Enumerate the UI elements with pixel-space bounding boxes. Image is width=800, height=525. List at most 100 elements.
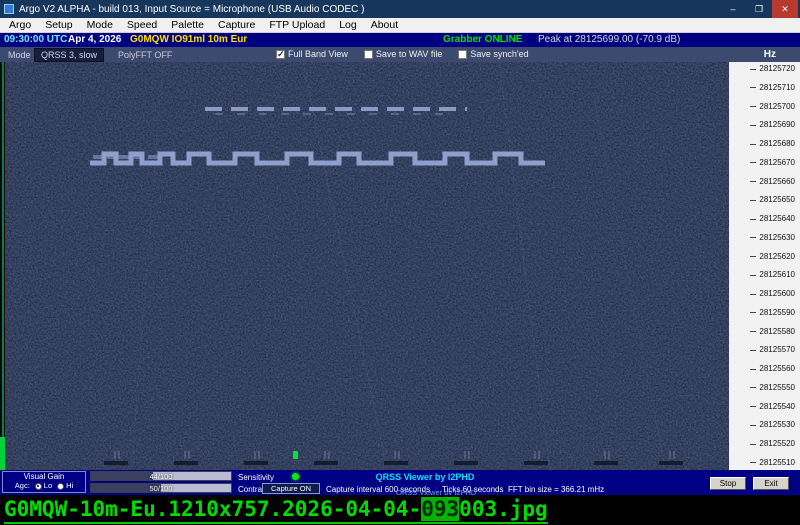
checkbox-save-synch-ed[interactable]: Save synch'ed — [458, 49, 528, 59]
app-icon — [4, 4, 14, 14]
menu-bar: ArgoSetupModeSpeedPaletteCaptureFTP Uplo… — [0, 18, 800, 33]
frequency-label: 28125590 — [729, 309, 795, 317]
checkbox-group: Full Band View Save to WAV file Save synch… — [276, 49, 529, 59]
exit-button[interactable]: Exit — [753, 477, 789, 490]
checkbox-label: Full Band View — [288, 49, 348, 59]
agc-label: Agc: — [15, 481, 30, 491]
menu-item-log[interactable]: Log — [332, 18, 364, 33]
polyfft-toggle[interactable]: PolyFFT OFF — [118, 50, 172, 60]
frequency-label: 28125610 — [729, 271, 795, 279]
frequency-label: 28125680 — [729, 140, 795, 148]
waterfall-display[interactable] — [5, 62, 729, 470]
hz-unit-label: Hz — [764, 49, 776, 60]
maximize-button[interactable]: ❐ — [746, 0, 772, 18]
capture-toggle-button[interactable]: Capture ON — [262, 483, 320, 494]
bottom-panel: Visual Gain Agc: LoHi 44/100 50/100 Sens… — [0, 470, 800, 495]
timeline-label-smudges — [104, 461, 683, 465]
frequency-label: 28125580 — [729, 328, 795, 336]
tick-mark — [750, 331, 756, 332]
tick-mark — [750, 87, 756, 88]
menu-item-palette[interactable]: Palette — [164, 18, 211, 33]
filename-highlight: 093 — [421, 497, 459, 521]
frequency-label: 28125520 — [729, 440, 795, 448]
tick-mark — [750, 144, 756, 145]
menu-item-ftp-upload[interactable]: FTP Upload — [262, 18, 332, 33]
sensitivity-slider[interactable]: 44/100 — [90, 471, 232, 481]
frequency-label: 28125540 — [729, 403, 795, 411]
menu-item-capture[interactable]: Capture — [211, 18, 262, 33]
radio-circle-icon[interactable] — [35, 483, 42, 490]
tick-mark — [750, 106, 756, 107]
waterfall-noise — [5, 62, 729, 470]
menu-item-mode[interactable]: Mode — [80, 18, 120, 33]
viewer-title: QRSS Viewer by I2PHD — [330, 472, 520, 482]
checkbox-full-band-view[interactable]: Full Band View — [276, 49, 348, 59]
control-bar: Mode QRSS 3, slow PolyFFT OFF Full Band … — [0, 47, 800, 62]
frequency-label: 28125550 — [729, 384, 795, 392]
checkbox-save-to-wav-file[interactable]: Save to WAV file — [364, 49, 443, 59]
main-area: 2812572028125710281257002812569028125680… — [0, 62, 800, 470]
menu-item-speed[interactable]: Speed — [120, 18, 164, 33]
menu-item-setup[interactable]: Setup — [38, 18, 79, 33]
frequency-label: 28125600 — [729, 290, 795, 298]
argo-window: Argo V2 ALPHA - build 013, Input Source … — [0, 0, 800, 525]
agc-radio-lo[interactable]: Lo — [35, 481, 52, 491]
info-bar: 09:30:00 UTC Apr 4, 2026 G0MQW IO91ml 10… — [0, 33, 800, 47]
frequency-label: 28125670 — [729, 159, 795, 167]
date-label: Apr 4, 2026 — [68, 34, 121, 45]
checkbox-box-icon[interactable] — [364, 50, 373, 59]
station-id: G0MQW IO91ml 10m Eur — [130, 34, 247, 45]
minimize-button[interactable]: – — [720, 0, 746, 18]
frequency-scale: 2812572028125710281257002812569028125680… — [729, 62, 800, 470]
frequency-label: 28125570 — [729, 346, 795, 354]
agc-radio-hi[interactable]: Hi — [57, 481, 73, 491]
menu-item-argo[interactable]: Argo — [2, 18, 38, 33]
tick-mark — [750, 294, 756, 295]
stop-button[interactable]: Stop — [710, 477, 746, 490]
close-button[interactable]: ✕ — [772, 0, 798, 18]
title-bar: Argo V2 ALPHA - build 013, Input Source … — [0, 0, 800, 18]
checkbox-label: Save to WAV file — [376, 49, 443, 59]
tick-mark — [750, 462, 756, 463]
tick-mark — [750, 125, 756, 126]
timeline-marker-green — [293, 451, 298, 459]
tick-mark — [750, 256, 756, 257]
contrast-slider[interactable]: 50/100 — [90, 483, 232, 493]
tick-mark — [750, 181, 756, 182]
window-title: Argo V2 ALPHA - build 013, Input Source … — [19, 4, 715, 15]
frequency-label: 28125560 — [729, 365, 795, 373]
frequency-label: 28125660 — [729, 178, 795, 186]
utc-time: 09:30:00 UTC — [4, 34, 67, 45]
filename-suffix: 003.jpg — [459, 497, 548, 521]
radio-label: Hi — [66, 481, 73, 491]
mode-value[interactable]: QRSS 3, slow — [34, 48, 104, 62]
agc-radio-group: Agc: Lo Hi — [3, 481, 85, 491]
tick-mark — [750, 162, 756, 163]
peak-readout: Peak at 28125699.00 (-70.9 dB) — [538, 34, 680, 45]
filename-prefix: G0MQW-10m-Eu.1210x757.2026-04-04- — [4, 497, 421, 521]
sensitivity-value: 44/100 — [91, 472, 231, 481]
tick-mark — [750, 387, 756, 388]
frequency-label: 28125620 — [729, 253, 795, 261]
checkbox-box-icon[interactable] — [276, 50, 285, 59]
tick-mark — [750, 406, 756, 407]
status-bar: G0MQW-10m-Eu.1210x757.2026-04-04-093003.… — [0, 495, 800, 525]
radio-circle-icon[interactable] — [57, 483, 64, 490]
tick-mark — [750, 69, 756, 70]
tick-mark — [750, 237, 756, 238]
checkbox-label: Save synch'ed — [470, 49, 528, 59]
frequency-label: 28125650 — [729, 196, 795, 204]
waterfall-graphic — [5, 62, 729, 470]
visual-gain-box: Visual Gain Agc: LoHi — [2, 471, 86, 493]
tick-mark — [750, 312, 756, 313]
left-edge-indicator — [2, 62, 4, 470]
tick-mark — [750, 219, 756, 220]
tick-mark — [750, 444, 756, 445]
checkbox-box-icon[interactable] — [458, 50, 467, 59]
tick-mark — [750, 369, 756, 370]
frequency-label: 28125720 — [729, 65, 795, 73]
frequency-label: 28125530 — [729, 421, 795, 429]
menu-item-about[interactable]: About — [364, 18, 405, 33]
tick-mark — [750, 200, 756, 201]
fft-bin-size-label: FFT bin size = 366.21 mHz — [508, 485, 604, 494]
